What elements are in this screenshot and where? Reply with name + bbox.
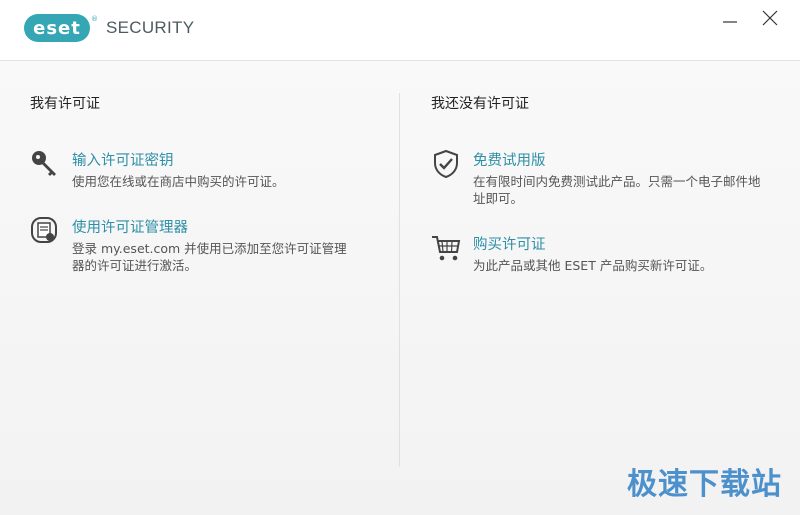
enter-license-key-link[interactable]: 输入许可证密钥 [72,149,174,170]
buy-license-link[interactable]: 购买许可证 [473,233,546,254]
close-button[interactable] [758,6,782,30]
license-manager-description: 登录 my.eset.com 并使用已添加至您许可证管理器的许可证进行激活。 [72,241,347,273]
no-license-heading: 我还没有许可证 [431,96,529,112]
logo-mark: eset [24,14,90,42]
license-manager-option[interactable]: 使用许可证管理器 登录 my.eset.com 并使用已添加至您许可证管理器的许… [30,216,370,276]
have-license-heading: 我有许可证 [30,96,100,112]
shopping-cart-icon [432,236,461,261]
close-icon [762,10,778,26]
key-icon [32,151,56,176]
buy-license-description: 为此产品或其他 ESET 产品购买新许可证。 [473,258,713,273]
minimize-button[interactable] [718,6,742,30]
site-watermark: 极速下载站 [627,467,782,502]
enter-license-key-option[interactable]: 输入许可证密钥 使用您在线或在商店中购买的许可证。 [30,149,370,195]
title-bar: eset ® SECURITY [0,0,800,61]
free-trial-link[interactable]: 免费试用版 [473,149,546,170]
license-manager-icon [31,217,57,243]
minimize-icon [723,21,737,23]
license-manager-link[interactable]: 使用许可证管理器 [72,216,188,237]
column-divider [399,93,400,467]
shield-check-icon [434,149,458,179]
free-trial-description: 在有限时间内免费测试此产品。只需一个电子邮件地址即可。 [473,174,761,206]
enter-license-key-description: 使用您在线或在商店中购买的许可证。 [72,174,285,189]
activation-panel: 我有许可证 输入许可证密钥 使用您在线或在商店中购买的许可证。 使用许可证管理器… [0,61,800,515]
product-name: SECURITY [106,18,195,37]
free-trial-option[interactable]: 免费试用版 在有限时间内免费测试此产品。只需一个电子邮件地址即可。 [431,149,771,211]
buy-license-option[interactable]: 购买许可证 为此产品或其他 ESET 产品购买新许可证。 [431,233,771,279]
registered-mark: ® [91,15,98,23]
eset-logo: eset ® SECURITY [24,14,194,42]
